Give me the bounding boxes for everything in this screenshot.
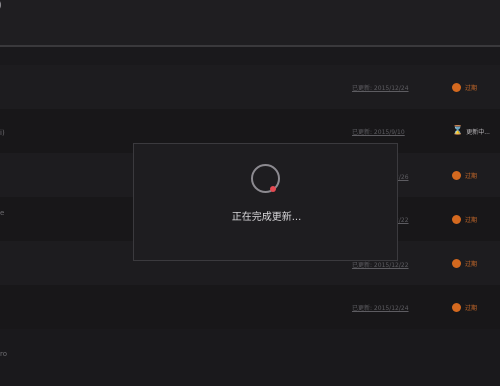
expired-dot-icon: [452, 215, 461, 224]
updated-date-link[interactable]: 已更新: 2015/9/10: [352, 127, 405, 136]
status-label: 过期: [465, 305, 478, 312]
dialog-message: 正在完成更新...: [231, 212, 302, 223]
list-row[interactable]: 已更新: 2015/12/24 过期: [0, 65, 500, 109]
status-expired: 过期: [452, 83, 477, 92]
updated-date-link[interactable]: 已更新: 2015/12/24: [352, 83, 409, 92]
expired-dot-icon: [452, 83, 461, 92]
expired-dot-icon: [452, 303, 461, 312]
spinner-dot: [270, 186, 276, 192]
expired-dot-icon: [452, 259, 461, 268]
list-row[interactable]: 已更新: 2015/12/24 过期: [0, 285, 500, 329]
row-edge-text: i): [0, 129, 5, 137]
updating-dialog: 正在完成更新...: [133, 143, 398, 261]
expired-dot-icon: [452, 171, 461, 180]
status-expired: 过期: [452, 259, 477, 268]
bottom-edge-text: ro: [0, 350, 8, 358]
top-header: ): [0, 0, 500, 45]
header-divider: [0, 45, 500, 47]
loading-spinner-icon: [251, 164, 280, 193]
status-label: 过期: [465, 217, 478, 224]
status-expired: 过期: [452, 171, 477, 180]
status-label: 过期: [465, 173, 478, 180]
status-expired: 过期: [452, 215, 477, 224]
header-edge-text: ): [0, 0, 2, 11]
hourglass-icon: ⌛: [452, 126, 464, 136]
updated-date-link[interactable]: 已更新: 2015/12/24: [352, 303, 409, 312]
status-updating: ⌛ 更新中...: [452, 126, 490, 136]
status-label: 过期: [465, 261, 478, 268]
row-edge-text: e: [0, 209, 5, 217]
status-label: 过期: [465, 85, 478, 92]
status-expired: 过期: [452, 303, 477, 312]
status-label: 更新中...: [466, 128, 490, 136]
updated-date-link[interactable]: 已更新: 2015/12/22: [352, 260, 409, 269]
